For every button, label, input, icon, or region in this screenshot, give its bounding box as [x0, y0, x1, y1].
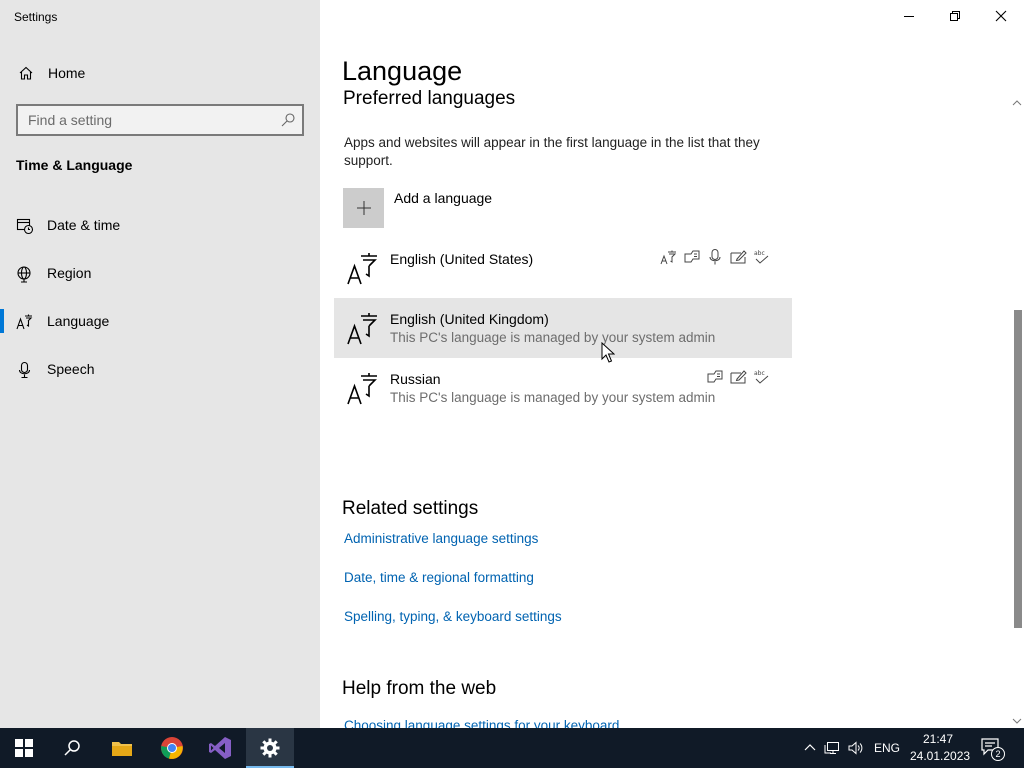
handwriting-icon [730, 250, 747, 264]
sidebar-item-label: Date & time [47, 217, 121, 233]
sidebar-item-date-time[interactable]: Date & time [0, 207, 320, 243]
scroll-up-arrow-icon[interactable] [1010, 96, 1024, 110]
section-heading-help-from-web: Help from the web [342, 678, 497, 699]
link-date-time-regional-formatting[interactable]: Date, time & regional formatting [344, 570, 534, 585]
app-title: Settings [14, 10, 58, 24]
taskbar-search-button[interactable] [48, 728, 96, 768]
close-button[interactable] [978, 0, 1024, 32]
sidebar-item-label: Speech [47, 361, 95, 377]
spelling-icon: abc [754, 250, 769, 264]
scroll-down-arrow-icon[interactable] [1010, 714, 1024, 728]
clock-date[interactable]: 24.01.2023 [910, 749, 970, 763]
minimize-icon [904, 16, 914, 17]
restore-icon [950, 11, 960, 21]
language-name: Russian [390, 371, 441, 387]
start-icon [15, 739, 33, 757]
mouse-cursor-icon [601, 342, 615, 363]
text-to-speech-icon [684, 250, 700, 263]
sidebar-item-language[interactable]: Language [0, 303, 320, 339]
restore-button[interactable] [932, 0, 978, 32]
network-icon[interactable] [824, 740, 840, 756]
language-admin-note: This PC's language is managed by your sy… [390, 390, 716, 405]
home-icon [19, 66, 33, 80]
handwriting-icon [730, 370, 747, 384]
action-center-button[interactable]: 2 [980, 737, 1008, 761]
taskbar-chrome[interactable] [148, 728, 196, 768]
selected-indicator [0, 309, 4, 333]
preferred-languages-description: Apps and websites will appear in the fir… [344, 135, 760, 168]
taskbar: ENG 21:47 24.01.2023 2 [0, 728, 1024, 768]
calendar-clock-icon [16, 218, 34, 235]
language-glyph-icon [347, 253, 377, 285]
language-icon [16, 314, 33, 330]
section-heading-preferred-languages: Preferred languages [343, 90, 515, 110]
close-icon [995, 10, 1007, 22]
language-admin-note: This PC's language is managed by your sy… [390, 330, 716, 345]
language-item-english-uk[interactable]: English (United Kingdom) This PC's langu… [334, 298, 792, 358]
search-icon [64, 740, 80, 756]
clock-time[interactable]: 21:47 [923, 732, 953, 746]
start-button[interactable] [0, 728, 48, 768]
globe-icon [17, 266, 31, 283]
sidebar: Settings Home Time & Language Date & tim… [0, 0, 320, 728]
taskbar-visual-studio[interactable] [196, 728, 244, 768]
chrome-icon [161, 737, 183, 759]
language-name: English (United States) [390, 251, 534, 267]
show-hidden-icons-icon[interactable] [802, 740, 818, 756]
add-language-button[interactable]: Add a language [343, 188, 803, 228]
minimize-button[interactable] [886, 0, 932, 32]
text-to-speech-icon [707, 370, 723, 383]
microphone-icon [18, 361, 31, 379]
sidebar-item-speech[interactable]: Speech [0, 351, 320, 387]
language-glyph-icon [347, 313, 377, 345]
add-language-label: Add a language [394, 190, 493, 206]
svg-text:abc: abc [754, 250, 765, 257]
language-item-russian[interactable]: Russian This PC's language is managed by… [334, 358, 792, 418]
language-name: English (United Kingdom) [390, 311, 549, 327]
plus-icon [343, 188, 384, 228]
link-choosing-language-settings-keyboard[interactable]: Choosing language settings for your keyb… [344, 718, 619, 728]
main-content: Language Preferred languages Apps and we… [320, 0, 1024, 728]
language-features: abc [706, 368, 770, 386]
search-input[interactable] [18, 106, 268, 134]
section-title: Time & Language [16, 157, 133, 173]
language-item-english-us[interactable]: English (United States) abc [334, 238, 792, 298]
svg-text:abc: abc [754, 370, 765, 377]
search-icon[interactable] [280, 112, 296, 128]
taskbar-settings[interactable] [246, 728, 294, 768]
input-language-indicator[interactable]: ENG [874, 741, 900, 755]
section-heading-related-settings: Related settings [342, 498, 479, 519]
notification-count-badge: 2 [991, 747, 1005, 761]
sidebar-item-home[interactable]: Home [0, 58, 320, 88]
visual-studio-icon [209, 737, 231, 759]
display-language-icon [660, 250, 677, 265]
sidebar-item-label: Home [48, 65, 86, 81]
scrollbar-thumb[interactable] [1014, 310, 1022, 628]
settings-icon [260, 738, 280, 758]
sidebar-item-region[interactable]: Region [0, 255, 320, 291]
sidebar-item-label: Language [47, 313, 110, 329]
link-spelling-typing-keyboard-settings[interactable]: Spelling, typing, & keyboard settings [344, 609, 562, 624]
file-explorer-icon [112, 742, 132, 756]
section-heading-text: Preferred languages [343, 90, 516, 109]
search-box[interactable] [16, 104, 304, 136]
language-features: abc [660, 248, 770, 266]
link-administrative-language-settings[interactable]: Administrative language settings [344, 531, 538, 546]
sidebar-item-label: Region [47, 265, 92, 281]
taskbar-file-explorer[interactable] [98, 728, 146, 768]
speech-recognition-icon [709, 249, 721, 265]
volume-icon[interactable] [848, 740, 864, 756]
spelling-icon: abc [754, 370, 769, 384]
language-glyph-icon [347, 373, 377, 405]
page-title: Language [342, 56, 463, 86]
